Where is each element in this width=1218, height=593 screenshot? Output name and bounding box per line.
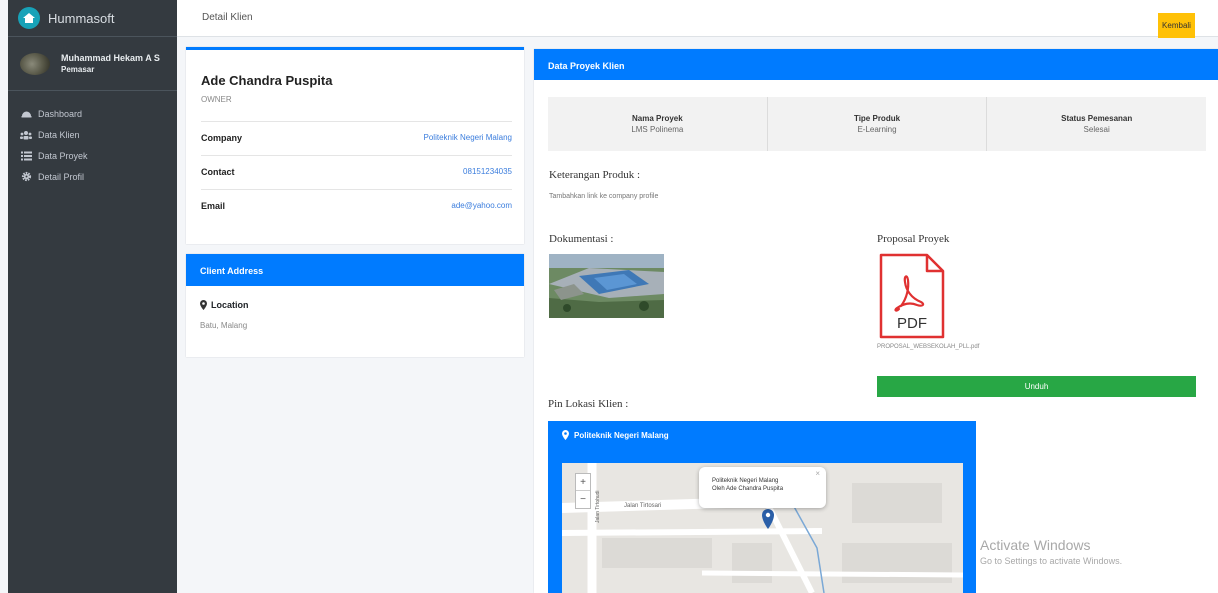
contact-link[interactable]: 08151234035 (463, 167, 512, 176)
pdf-filename[interactable]: PROPOSAL_WEBSEKOLAH_PLL.pdf (877, 344, 979, 350)
project-data-card: Data Proyek Klien Nama Proyek LMS Poline… (534, 49, 1218, 593)
user-role: Pemasar (61, 65, 95, 74)
map-title-text: Politeknik Negeri Malang (574, 430, 669, 440)
pin-lokasi-title: Pin Lokasi Klien : (548, 398, 629, 410)
dashboard-icon (20, 108, 32, 120)
sidebar-item-dashboard[interactable]: Dashboard (8, 103, 177, 124)
sidebar-item-label: Dashboard (38, 108, 83, 119)
gear-icon (20, 171, 32, 183)
summary-value: E-Learning (857, 125, 897, 134)
summary-label: Tipe Produk (853, 114, 901, 123)
popup-line-2: Oleh Ade Chandra Puspita (712, 486, 784, 492)
summary-label: Status Pemesanan (1061, 114, 1133, 123)
list-icon (20, 150, 32, 162)
summary-value: Selesai (1083, 125, 1110, 134)
summary-tipe-produk: Tipe Produk E-Learning (768, 97, 988, 151)
map-card: Politeknik Negeri Malang Jalan Tirtosari… (548, 421, 976, 593)
top-bar: Detail Klien Kembali (177, 0, 1218, 38)
keterangan-title: Keterangan Produk : (549, 169, 641, 181)
watermark-subtitle: Go to Settings to activate Windows. (980, 556, 1123, 566)
street-label-2: Jalan Tirtohudi (595, 490, 601, 523)
popup-close-button[interactable]: × (815, 469, 820, 478)
zoom-control: + − (575, 473, 591, 509)
watermark-title: Activate Windows (980, 537, 1091, 553)
map-card-title: Politeknik Negeri Malang (562, 430, 669, 440)
contact-row: Contact 08151234035 (201, 155, 512, 187)
map-view[interactable]: Jalan Tirtosari Jalan Tirtohudi + − × Po… (562, 463, 963, 593)
map-marker-icon (200, 300, 207, 310)
activate-windows-watermark: Activate Windows Go to Settings to activ… (980, 537, 1122, 566)
keterangan-text: Tambahkan link ke company profile (549, 193, 659, 200)
company-label: Company (201, 132, 243, 143)
contact-label: Contact (201, 166, 235, 177)
summary-label: Nama Proyek (631, 114, 683, 123)
brand-name: Hummasoft (48, 10, 115, 26)
brand-logo-icon (18, 7, 40, 29)
sidebar: Hummasoft Muhammad Hekam A S Pemasar Das… (8, 0, 177, 593)
sidebar-item-label: Data Klien (38, 129, 80, 140)
street-label: Jalan Tirtosari (624, 503, 661, 509)
user-name: Muhammad Hekam A S (61, 53, 160, 63)
client-profile-card: Ade Chandra Puspita OWNER Company Polite… (186, 47, 524, 244)
proposal-title: Proposal Proyek (877, 233, 950, 245)
map-marker-icon (562, 430, 569, 440)
sidebar-item-data-klien[interactable]: Data Klien (8, 124, 177, 145)
sidebar-nav: Dashboard Data Klien Data Proyek Detail … (8, 91, 177, 187)
sidebar-item-data-proyek[interactable]: Data Proyek (8, 145, 177, 166)
zoom-in-button[interactable]: + (576, 474, 590, 491)
pdf-label: PDF (897, 315, 927, 332)
summary-value: LMS Polinema (631, 125, 684, 134)
sidebar-item-detail-profil[interactable]: Detail Profil (8, 166, 177, 187)
project-summary: Nama Proyek LMS Polinema Tipe Produk E-L… (548, 97, 1206, 151)
sidebar-item-label: Data Proyek (38, 150, 88, 161)
email-link[interactable]: ade@yahoo.com (451, 201, 512, 210)
client-address-card: Client Address Location Batu, Malang (186, 254, 524, 357)
project-header: Data Proyek Klien (534, 49, 1218, 80)
company-link[interactable]: Politeknik Negeri Malang (424, 133, 513, 142)
location-value: Batu, Malang (200, 321, 248, 330)
company-row: Company Politeknik Negeri Malang (201, 121, 512, 153)
users-icon (20, 129, 32, 141)
zoom-out-button[interactable]: − (576, 491, 590, 508)
map-popup: × Politeknik Negeri Malang Oleh Ade Chan… (699, 467, 826, 508)
email-row: Email ade@yahoo.com (201, 189, 512, 221)
sidebar-item-label: Detail Profil (38, 171, 85, 182)
location-label: Location (200, 300, 249, 310)
popup-line-1: Politeknik Negeri Malang (712, 478, 779, 484)
client-role: OWNER (201, 95, 232, 104)
client-name: Ade Chandra Puspita (201, 73, 333, 88)
summary-status-pemesanan: Status Pemesanan Selesai (987, 97, 1206, 151)
email-label: Email (201, 200, 226, 211)
brand[interactable]: Hummasoft (8, 0, 177, 37)
download-button[interactable]: Unduh (877, 376, 1196, 397)
dokumentasi-title: Dokumentasi : (549, 233, 614, 245)
page-title: Detail Klien (202, 12, 253, 23)
user-panel[interactable]: Muhammad Hekam A S Pemasar (8, 37, 177, 91)
pdf-file-icon[interactable]: PDF (877, 252, 947, 340)
documentation-photo[interactable] (549, 254, 664, 318)
location-label-text: Location (211, 300, 249, 310)
back-button[interactable]: Kembali (1158, 13, 1195, 38)
avatar (20, 52, 50, 75)
summary-nama-proyek: Nama Proyek LMS Polinema (548, 97, 768, 151)
address-header: Client Address (186, 254, 524, 286)
